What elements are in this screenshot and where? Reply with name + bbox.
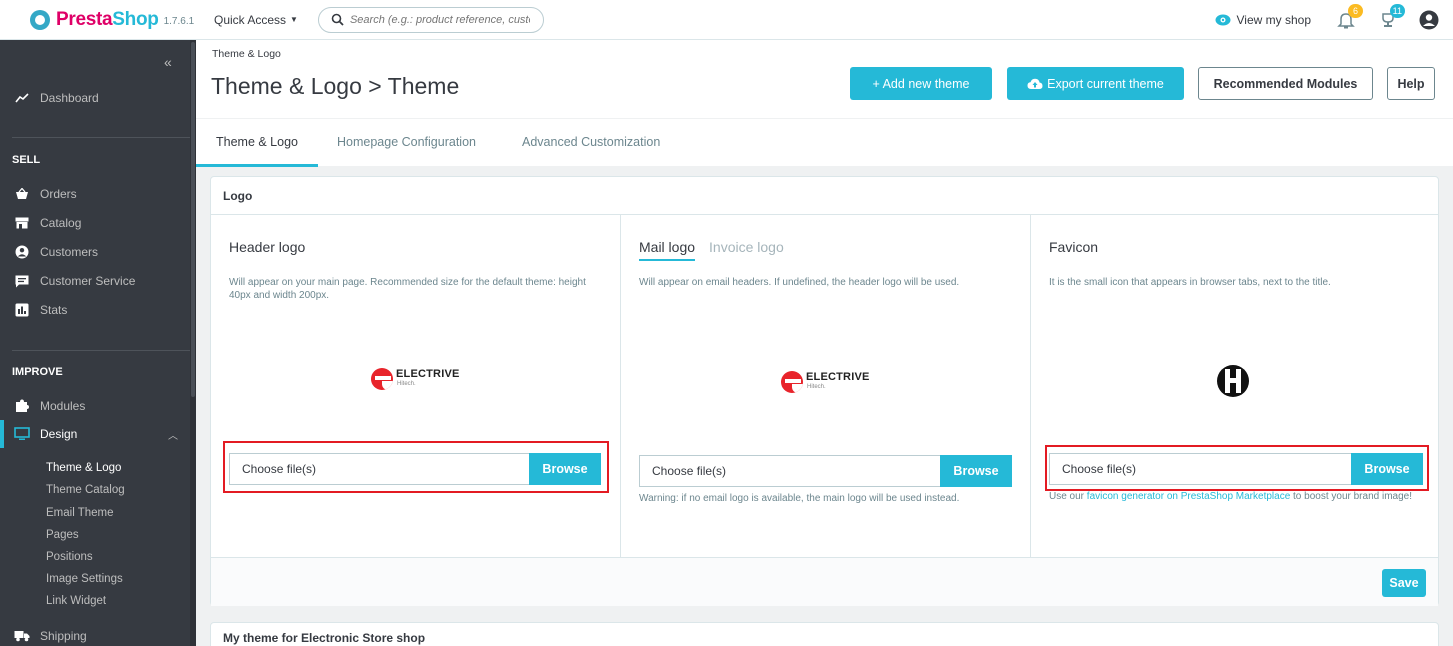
mail-logo-section: Mail logo Invoice logo Will appear on em… (621, 215, 1031, 557)
topbar-right: View my shop 6 11 (1215, 0, 1439, 40)
sidebar-divider (12, 350, 190, 351)
chat-icon (14, 273, 30, 289)
electrive-logo-icon (371, 368, 393, 390)
mail-logo-file-group: Choose file(s) Browse (639, 455, 1012, 487)
sidebar-subitem-image-settings[interactable]: Image Settings (46, 573, 123, 585)
mail-logo-warning: Warning: if no email logo is available, … (639, 493, 960, 504)
chevron-up-icon: ︿ (168, 430, 178, 442)
add-new-theme-button[interactable]: + Add new theme (850, 67, 992, 100)
sidebar-section-improve: IMPROVE (12, 366, 63, 378)
logo-panel-footer: Save (211, 557, 1438, 606)
sidebar-section-sell: SELL (12, 154, 41, 166)
sidebar-item-stats[interactable]: Stats (0, 296, 190, 324)
view-shop-link[interactable]: View my shop (1215, 13, 1311, 27)
favicon-preview (1217, 365, 1249, 397)
favicon-description: It is the small icon that appears in bro… (1049, 277, 1331, 288)
logo-panel-title: Logo (211, 177, 1438, 215)
header-logo-file-group: Choose file(s) Browse (229, 453, 601, 485)
orders-count-badge: 6 (1348, 4, 1363, 18)
tab-mail-logo[interactable]: Mail logo (639, 239, 696, 261)
search-box[interactable] (317, 6, 544, 33)
sidebar-item-shipping[interactable]: Shipping (0, 622, 190, 646)
tabs-bar: Theme & Logo Homepage Configuration Adva… (196, 118, 1453, 167)
quick-access-dropdown[interactable]: Quick Access ▼ (214, 13, 298, 27)
puzzle-icon (14, 398, 30, 414)
cloud-upload-icon (1027, 78, 1043, 89)
mail-logo-file-input[interactable]: Choose file(s) (639, 455, 940, 487)
save-button[interactable]: Save (1382, 569, 1426, 597)
sidebar-item-modules[interactable]: Modules (0, 392, 190, 420)
mail-logo-browse-button[interactable]: Browse (940, 455, 1012, 487)
mail-invoice-tabs: Mail logo Invoice logo (639, 239, 784, 261)
sidebar: « Dashboard SELL Orders Catalog Customer… (0, 40, 196, 646)
collapse-sidebar-icon[interactable]: « (164, 54, 172, 70)
header-logo-description: Will appear on your main page. Recommend… (229, 277, 586, 301)
sidebar-item-catalog[interactable]: Catalog (0, 209, 190, 237)
sidebar-subitem-theme-catalog[interactable]: Theme Catalog (46, 484, 125, 496)
orders-notification[interactable]: 6 (1335, 4, 1363, 31)
bar-chart-icon (14, 302, 30, 318)
sidebar-subitem-email-theme[interactable]: Email Theme (46, 507, 114, 519)
favicon-file-group: Choose file(s) Browse (1049, 453, 1423, 485)
sidebar-scroll-thumb[interactable] (191, 42, 195, 397)
tab-advanced-customization[interactable]: Advanced Customization (522, 119, 660, 167)
user-account-icon[interactable] (1419, 10, 1439, 30)
user-circle-icon (14, 244, 30, 260)
prestashop-logo-icon (30, 9, 50, 30)
theme-panel-title: My theme for Electronic Store shop (223, 631, 426, 645)
favicon-browse-button[interactable]: Browse (1351, 453, 1423, 485)
sidebar-subitem-theme-logo[interactable]: Theme & Logo (46, 462, 121, 474)
sidebar-subitem-pages[interactable]: Pages (46, 529, 79, 541)
store-icon (14, 215, 30, 231)
shopping-basket-icon (14, 186, 30, 202)
page-header: Theme & Logo Theme & Logo > Theme + Add … (196, 40, 1453, 118)
sidebar-item-orders[interactable]: Orders (0, 180, 190, 208)
logo-panel: Logo Header logo Will appear on your mai… (210, 176, 1439, 606)
page-title: Theme & Logo > Theme (211, 73, 460, 99)
sidebar-subitem-positions[interactable]: Positions (46, 551, 93, 563)
favicon-title: Favicon (1049, 239, 1099, 255)
sidebar-item-dashboard[interactable]: Dashboard (0, 84, 190, 112)
sidebar-subitem-link-widget[interactable]: Link Widget (46, 595, 106, 607)
export-current-theme-button[interactable]: Export current theme (1007, 67, 1184, 100)
sidebar-item-design[interactable]: Design ︿ (0, 420, 190, 448)
trend-up-icon (14, 90, 30, 106)
truck-icon (14, 628, 30, 644)
messages-count-badge: 11 (1389, 4, 1405, 18)
header-logo-browse-button[interactable]: Browse (529, 453, 601, 485)
sidebar-divider (12, 137, 190, 138)
header-logo-title: Header logo (229, 239, 306, 255)
theme-panel: My theme for Electronic Store shop (210, 622, 1439, 646)
header-logo-preview: ELECTRIVE Hitech. (371, 368, 460, 390)
messages-notification[interactable]: 11 (1377, 4, 1405, 31)
mail-logo-preview: ELECTRIVE Hitech. (781, 371, 870, 393)
electrive-logo-icon (781, 371, 803, 393)
sidebar-item-customers[interactable]: Customers (0, 238, 190, 266)
favicon-section: Favicon It is the small icon that appear… (1031, 215, 1440, 557)
favicon-note: Use our favicon generator on PrestaShop … (1049, 491, 1412, 502)
brand-name: PrestaShop (56, 8, 159, 30)
brand[interactable]: PrestaShop 1.7.6.1 (0, 9, 200, 31)
tab-invoice-logo[interactable]: Invoice logo (709, 239, 784, 261)
favicon-file-input[interactable]: Choose file(s) (1049, 453, 1351, 485)
header-logo-section: Header logo Will appear on your main pag… (211, 215, 621, 557)
version-label: 1.7.6.1 (163, 16, 195, 27)
eye-icon (1215, 14, 1231, 26)
header-logo-file-input[interactable]: Choose file(s) (229, 453, 529, 485)
top-bar: PrestaShop 1.7.6.1 Quick Access ▼ View m… (0, 0, 1453, 40)
tab-homepage-configuration[interactable]: Homepage Configuration (337, 119, 476, 167)
sidebar-item-customer-service[interactable]: Customer Service (0, 267, 190, 295)
favicon-generator-link[interactable]: favicon generator on PrestaShop Marketpl… (1087, 491, 1290, 502)
tab-theme-logo[interactable]: Theme & Logo (196, 119, 318, 167)
breadcrumb[interactable]: Theme & Logo (212, 48, 281, 60)
caret-down-icon: ▼ (290, 15, 298, 24)
help-button[interactable]: Help (1387, 67, 1435, 100)
search-icon (331, 13, 344, 26)
mail-logo-description: Will appear on email headers. If undefin… (639, 277, 960, 288)
monitor-icon (14, 426, 30, 442)
recommended-modules-button[interactable]: Recommended Modules (1198, 67, 1373, 100)
search-input[interactable] (349, 13, 530, 26)
